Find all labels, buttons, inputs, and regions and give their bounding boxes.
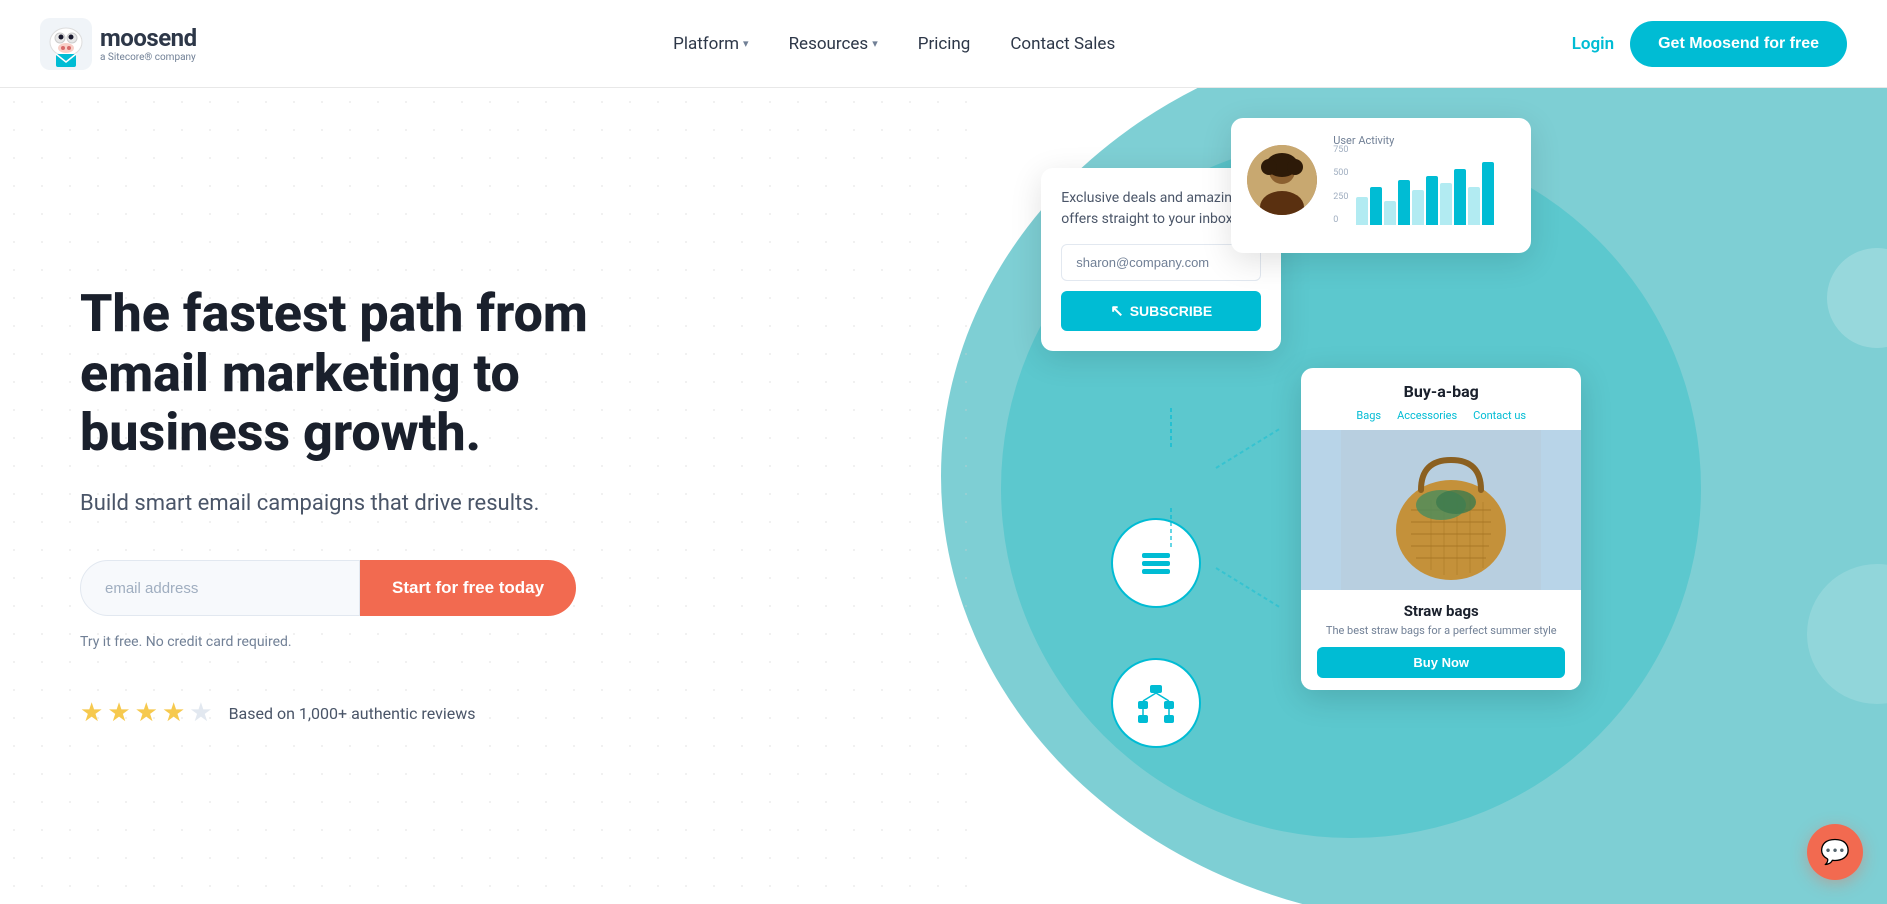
store-nav-accessories[interactable]: Accessories	[1397, 409, 1457, 422]
star-2: ★	[107, 698, 130, 728]
hero-section: The fastest path from email marketing to…	[0, 88, 1887, 904]
user-avatar	[1247, 145, 1317, 215]
bar-1	[1356, 197, 1368, 225]
hero-heading: The fastest path from email marketing to…	[80, 284, 660, 463]
hero-form: Start for free today	[80, 560, 921, 616]
hierarchy-icon	[1134, 681, 1178, 725]
hero-left: The fastest path from email marketing to…	[0, 88, 981, 904]
bar-7	[1440, 183, 1452, 225]
store-name: Buy-a-bag	[1317, 382, 1565, 401]
store-nav: Bags Accessories Contact us	[1317, 409, 1565, 422]
activity-header: User Activity 750 500 250 0	[1247, 134, 1515, 225]
chat-bubble[interactable]: 💬	[1807, 824, 1863, 880]
bar-10	[1482, 162, 1494, 225]
hero-reviews: ★ ★ ★ ★ ★ Based on 1,000+ authentic revi…	[80, 698, 921, 728]
activity-chart: User Activity 750 500 250 0	[1333, 134, 1515, 225]
star-1: ★	[80, 698, 103, 728]
bar-8	[1454, 169, 1466, 225]
node-automation-1	[1111, 518, 1201, 608]
avatar-image	[1247, 145, 1317, 215]
nav-links: Platform ▾ Resources ▾ Pricing Contact S…	[653, 26, 1135, 62]
product-footer: Straw bags The best straw bags for a per…	[1301, 590, 1581, 690]
logo[interactable]: moosend a Sitecore® company	[40, 18, 197, 70]
product-desc: The best straw bags for a perfect summer…	[1317, 624, 1565, 637]
star-4: ★	[162, 698, 185, 728]
reviews-text: Based on 1,000+ authentic reviews	[229, 704, 476, 723]
nav-right: Login Get Moosend for free	[1572, 21, 1847, 67]
star-3: ★	[135, 698, 158, 728]
hero-subtext: Build smart email campaigns that drive r…	[80, 491, 600, 516]
nav-resources[interactable]: Resources ▾	[769, 26, 898, 62]
navbar: moosend a Sitecore® company Platform ▾ R…	[0, 0, 1887, 88]
hero-right: Exclusive deals and amazing offers strai…	[981, 88, 1887, 904]
bar-4	[1398, 180, 1410, 226]
star-rating: ★ ★ ★ ★ ★	[80, 698, 213, 728]
logo-text: moosend a Sitecore® company	[100, 24, 197, 63]
star-5-empty: ★	[189, 698, 212, 728]
rows-icon	[1138, 545, 1174, 581]
email-sub-input[interactable]	[1061, 244, 1261, 281]
chat-icon: 💬	[1820, 838, 1850, 866]
deco-circle-1	[1827, 248, 1887, 348]
node-automation-2	[1111, 658, 1201, 748]
bar-2	[1370, 187, 1382, 226]
logo-icon	[40, 18, 92, 70]
buy-now-button[interactable]: Buy Now	[1317, 647, 1565, 678]
product-name: Straw bags	[1317, 602, 1565, 620]
deco-circle-2	[1807, 564, 1887, 704]
get-moosend-button[interactable]: Get Moosend for free	[1630, 21, 1847, 67]
activity-label: User Activity	[1333, 134, 1515, 147]
y-axis-labels: 750 500 250 0	[1333, 145, 1348, 225]
chevron-down-icon: ▾	[743, 37, 749, 50]
start-free-button[interactable]: Start for free today	[360, 560, 576, 616]
login-link[interactable]: Login	[1572, 34, 1614, 54]
cursor-icon: ↖	[1110, 301, 1123, 321]
hero-disclaimer: Try it free. No credit card required.	[80, 634, 921, 650]
product-image	[1301, 430, 1581, 590]
buy-a-bag-card: Buy-a-bag Bags Accessories Contact us	[1301, 368, 1581, 690]
subscribe-button[interactable]: ↖ SUBSCRIBE	[1061, 291, 1261, 331]
bar-5	[1412, 190, 1424, 225]
bar-chart: 750 500 250 0	[1333, 155, 1515, 225]
nav-contact-sales[interactable]: Contact Sales	[990, 26, 1135, 62]
nav-platform[interactable]: Platform ▾	[653, 26, 768, 62]
user-activity-card: User Activity 750 500 250 0	[1231, 118, 1531, 253]
hero-illustrations: Exclusive deals and amazing offers strai…	[981, 88, 1887, 904]
store-nav-bags[interactable]: Bags	[1356, 409, 1381, 422]
bar-9	[1468, 187, 1480, 226]
nav-pricing[interactable]: Pricing	[898, 26, 991, 62]
store-nav-contact[interactable]: Contact us	[1473, 409, 1526, 422]
bag-svg	[1341, 430, 1541, 590]
chevron-down-icon: ▾	[872, 37, 878, 50]
email-input[interactable]	[80, 560, 360, 616]
buy-bag-header: Buy-a-bag Bags Accessories Contact us	[1301, 368, 1581, 430]
bar-3	[1384, 201, 1396, 226]
bar-6	[1426, 176, 1438, 225]
